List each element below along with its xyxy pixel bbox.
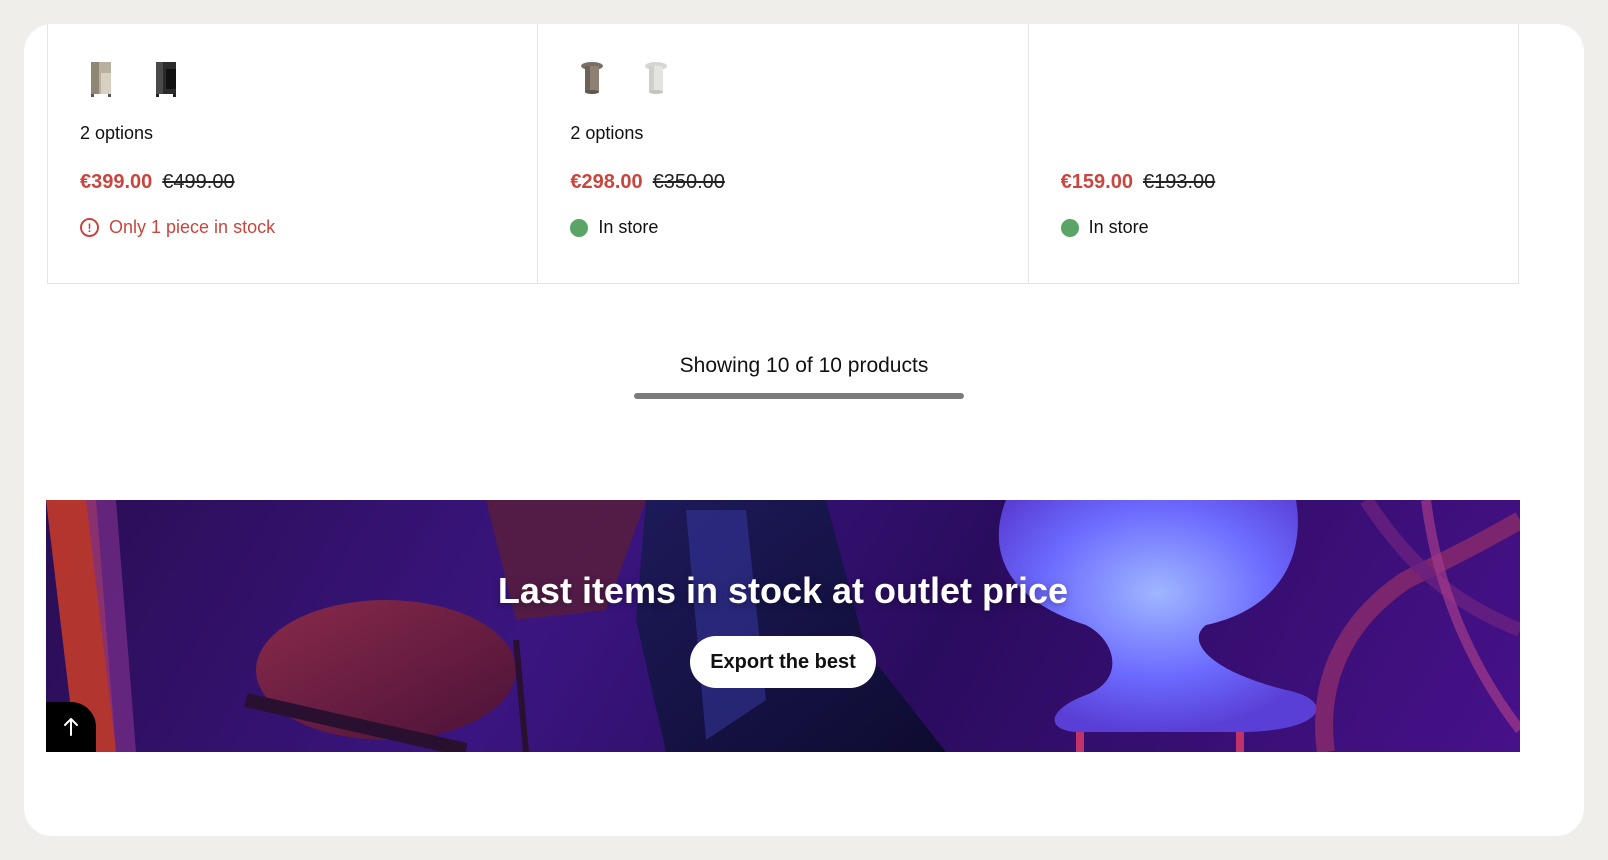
stock-status: In store: [1060, 217, 1149, 238]
page-window: 2 options €399.00 €499.00 ! Only 1 piece…: [24, 24, 1584, 836]
cabinet-beige-icon[interactable]: [80, 56, 124, 100]
options-count: 2 options: [570, 123, 644, 143]
stock-text: In store: [598, 217, 659, 237]
lamp-grey-icon[interactable]: [570, 56, 614, 100]
original-price: €499.00: [162, 171, 235, 193]
stock-text: In store: [1088, 217, 1149, 237]
stock-status: ! Only 1 piece in stock: [80, 217, 275, 238]
results-progress-bar: [634, 393, 964, 399]
price-group: €298.00 €350.00: [570, 171, 725, 194]
sale-price: €159.00: [1060, 171, 1133, 193]
lamp-white-icon[interactable]: [634, 56, 678, 100]
green-dot-icon: [570, 218, 589, 237]
price-group: €399.00 €499.00: [80, 171, 235, 194]
exclamation-circle-icon: !: [80, 218, 99, 237]
export-the-best-button[interactable]: Export the best: [690, 636, 876, 688]
banner-chairs-image: [46, 500, 1520, 752]
product-card[interactable]: 2 options €298.00 €350.00 In store: [538, 24, 1029, 283]
color-swatches: [570, 56, 678, 100]
results-count: Showing 10 of 10 products: [679, 354, 929, 377]
original-price: €350.00: [652, 171, 725, 193]
original-price: €193.00: [1142, 171, 1216, 193]
product-card[interactable]: 2 options €399.00 €499.00 ! Only 1 piece…: [48, 24, 539, 283]
stock-text: Only 1 piece in stock: [109, 217, 276, 237]
sale-price: €298.00: [570, 171, 643, 193]
stock-status: In store: [570, 217, 658, 238]
cabinet-black-icon[interactable]: [144, 56, 188, 100]
banner-title: Last items in stock at outlet price: [497, 570, 1069, 611]
back-to-top-button[interactable]: [46, 702, 96, 752]
sale-price: €399.00: [80, 171, 153, 193]
product-card[interactable]: €159.00 €193.00 In store: [1029, 24, 1518, 283]
green-dot-icon: [1060, 218, 1079, 237]
results-progress-fill: [634, 393, 964, 399]
product-grid: 2 options €399.00 €499.00 ! Only 1 piece…: [47, 24, 1519, 284]
outlet-banner: Last items in stock at outlet price Expo…: [46, 500, 1520, 752]
options-count: 2 options: [80, 123, 154, 143]
color-swatches: [80, 56, 188, 100]
arrow-up-icon: [64, 718, 78, 736]
price-group: €159.00 €193.00: [1061, 171, 1216, 194]
